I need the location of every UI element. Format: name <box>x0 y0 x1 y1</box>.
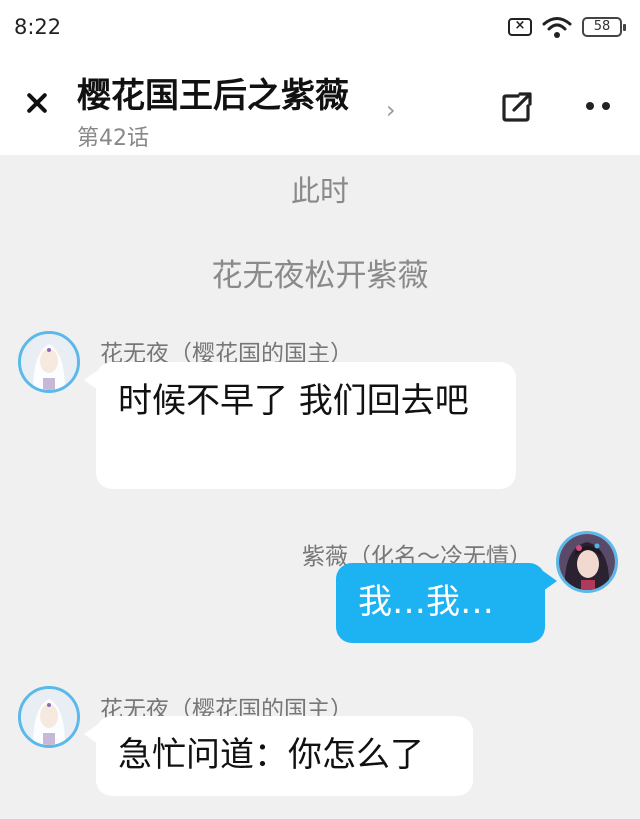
close-button[interactable] <box>22 88 52 118</box>
character-portrait <box>559 534 615 590</box>
more-dot <box>602 102 610 110</box>
chapter-label: 第42话 <box>77 126 149 151</box>
wifi-icon <box>542 17 572 38</box>
book-title[interactable]: 樱花国王后之紫薇 <box>77 68 349 117</box>
narration-line: 此时 <box>290 174 349 208</box>
no-sim-icon: × <box>508 18 532 36</box>
more-dot <box>586 102 594 110</box>
message-text: 急忙问道：你怎么了 <box>118 735 424 775</box>
battery-level: 58 <box>593 19 611 34</box>
avatar-ziwei[interactable] <box>556 531 618 593</box>
narration-line: 花无夜松开紫薇 <box>211 258 429 294</box>
share-icon[interactable] <box>500 90 534 124</box>
character-portrait <box>21 334 77 390</box>
message-text: 我…我… <box>358 582 494 622</box>
more-options-button[interactable] <box>586 102 610 110</box>
message-bubble: 我…我… <box>336 563 557 643</box>
status-icons: × 58 <box>508 16 626 38</box>
avatar-huawuye[interactable] <box>18 686 80 748</box>
avatar-huawuye[interactable] <box>18 331 80 393</box>
battery-icon: 58 <box>582 17 626 37</box>
status-time: 8:22 <box>14 15 62 39</box>
top-bar: 8:22 × 58 樱花国王后之紫薇 › 第42话 <box>0 0 640 155</box>
character-portrait <box>21 689 77 745</box>
chevron-right-icon[interactable]: › <box>386 96 396 124</box>
message-bubble: 急忙问道：你怎么了 <box>84 716 473 796</box>
message-bubble: 时候不早了 我们回去吧 <box>84 362 516 489</box>
message-text: 时候不早了 我们回去吧 <box>118 381 469 421</box>
